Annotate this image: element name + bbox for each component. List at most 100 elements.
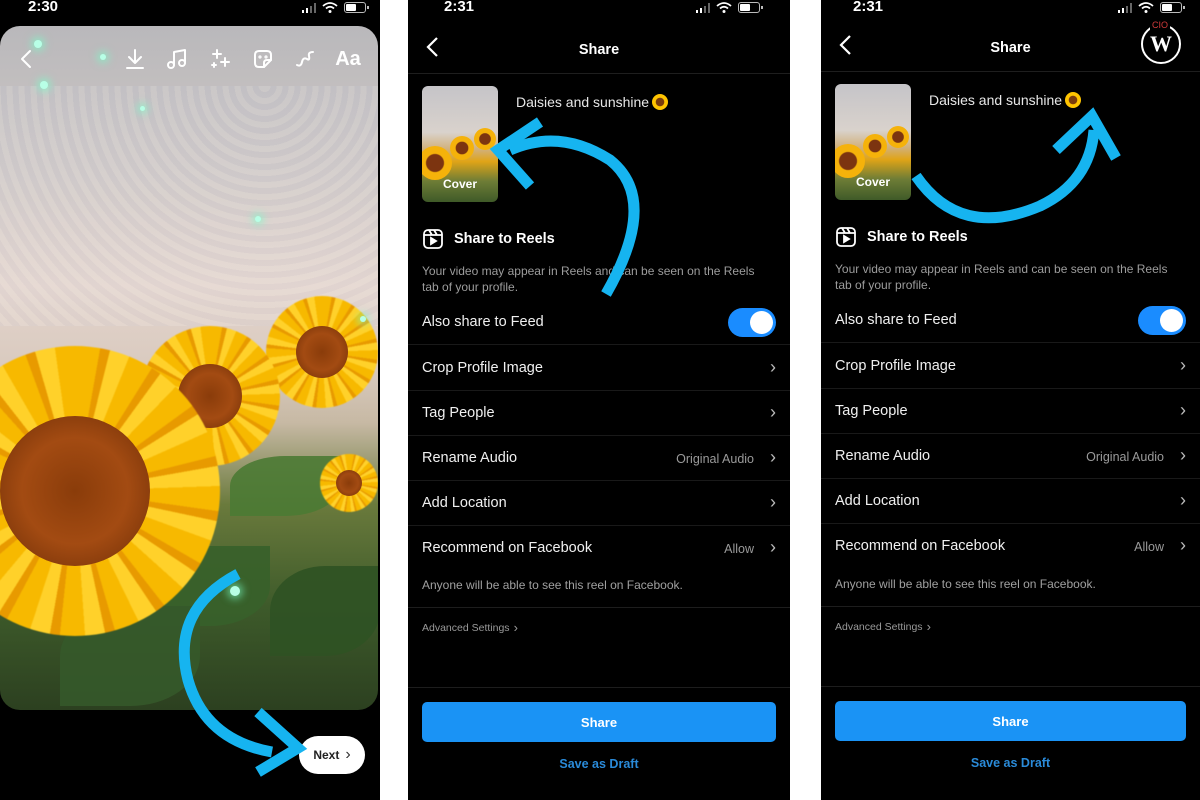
- story-toolbar: Aa: [0, 44, 380, 74]
- status-icons: [301, 2, 369, 13]
- share-to-reels-title: Share to Reels: [454, 231, 555, 247]
- advanced-settings-link[interactable]: Advanced Settings ›: [835, 619, 931, 634]
- divider: [821, 686, 1200, 687]
- status-bar: 2:30: [0, 0, 380, 22]
- wifi-icon: [716, 2, 732, 13]
- row-value: Allow: [1134, 540, 1164, 554]
- chevron-right-icon: ›: [345, 746, 351, 763]
- battery-icon: [1160, 2, 1185, 13]
- divider: [821, 606, 1200, 607]
- logo-letter: W: [1150, 31, 1172, 56]
- sunflower-image: [266, 296, 378, 408]
- next-label: Next: [313, 748, 340, 762]
- download-icon: [126, 49, 144, 69]
- reels-icon: [422, 228, 444, 250]
- advanced-settings-label: Advanced Settings: [422, 621, 510, 634]
- chevron-right-icon: ›: [770, 492, 776, 512]
- row-label: Add Location: [422, 495, 507, 511]
- row-label: Rename Audio: [422, 450, 518, 466]
- status-icons: [695, 2, 763, 13]
- row-label: Tag People: [422, 405, 495, 421]
- draw-squiggle-icon: [296, 51, 314, 67]
- settings-row-add-location[interactable]: Add Location ›: [408, 481, 790, 526]
- draw-button[interactable]: [290, 44, 320, 79]
- status-icons: [1117, 2, 1185, 13]
- settings-row-recommend-on-facebook[interactable]: Recommend on Facebook Allow ›: [821, 524, 1200, 569]
- feed-toggle-switch[interactable]: [1138, 306, 1186, 335]
- story-media-preview: [0, 26, 378, 710]
- status-time: 2:31: [853, 0, 884, 15]
- divider: [408, 607, 790, 608]
- share-button[interactable]: Share: [835, 701, 1186, 741]
- settings-row-crop-profile-image[interactable]: Crop Profile Image ›: [408, 346, 790, 391]
- sunflower-image: [320, 454, 378, 512]
- settings-row-tag-people[interactable]: Tag People ›: [821, 389, 1200, 434]
- reels-description: Your video may appear in Reels and can b…: [422, 264, 755, 294]
- chevron-right-icon: ›: [770, 447, 776, 467]
- divider: [408, 687, 790, 688]
- chevron-right-icon: ›: [513, 620, 518, 635]
- text-tool-button[interactable]: Aa: [330, 44, 366, 74]
- cover-thumbnail[interactable]: Cover: [422, 86, 498, 202]
- battery-icon: [738, 2, 763, 13]
- sticker-icon: [254, 50, 272, 68]
- caption-input[interactable]: Daisies and sunshine: [516, 94, 669, 110]
- facebook-note: Anyone will be able to see this reel on …: [835, 577, 1096, 591]
- cover-label: Cover: [442, 177, 477, 191]
- reels-icon: [835, 226, 857, 248]
- settings-row-tag-people[interactable]: Tag People ›: [408, 391, 790, 436]
- chevron-right-icon: ›: [770, 402, 776, 422]
- cellular-signal-icon: [1117, 2, 1132, 13]
- feed-toggle-label: Also share to Feed: [422, 314, 544, 330]
- feed-toggle-switch[interactable]: [728, 308, 776, 337]
- settings-row-recommend-on-facebook[interactable]: Recommend on Facebook Allow ›: [408, 526, 790, 571]
- share-to-reels-section: Share to Reels: [422, 228, 555, 250]
- chevron-right-icon: ›: [1180, 535, 1186, 555]
- chevron-right-icon: ›: [770, 537, 776, 557]
- wifi-icon: [1138, 2, 1154, 13]
- status-bar: 2:31: [821, 0, 1200, 22]
- settings-row-crop-profile-image[interactable]: Crop Profile Image ›: [821, 344, 1200, 389]
- music-button[interactable]: [162, 44, 192, 79]
- save-as-draft-link[interactable]: Save as Draft: [821, 756, 1200, 770]
- row-value: Original Audio: [1086, 450, 1164, 464]
- share-button[interactable]: Share: [422, 702, 776, 742]
- watermark-logo: W: [1141, 24, 1181, 64]
- share-screen-1: 2:31 Share Cover Daisies and sunshine Sh…: [408, 0, 790, 800]
- advanced-settings-label: Advanced Settings: [835, 620, 923, 633]
- settings-row-add-location[interactable]: Add Location ›: [821, 479, 1200, 524]
- row-value: Original Audio: [676, 452, 754, 466]
- page-title: Share: [578, 42, 620, 58]
- row-value: Allow: [724, 542, 754, 556]
- settings-row-rename-audio[interactable]: Rename Audio Original Audio ›: [408, 436, 790, 481]
- chevron-left-icon: [21, 50, 31, 68]
- status-time: 2:30: [28, 0, 59, 15]
- row-label: Recommend on Facebook: [835, 538, 1006, 554]
- status-time: 2:31: [444, 0, 475, 15]
- cellular-signal-icon: [695, 2, 710, 13]
- caption-input[interactable]: Daisies and sunshine: [929, 92, 1082, 108]
- chevron-right-icon: ›: [1180, 355, 1186, 375]
- cover-label: Cover: [855, 175, 890, 189]
- chevron-right-icon: ›: [1180, 445, 1186, 465]
- next-button[interactable]: Next ›: [299, 736, 365, 774]
- download-button[interactable]: [120, 44, 150, 79]
- share-screen-2: 2:31 Share Cover Daisies and sunshine Sh…: [821, 0, 1200, 800]
- effects-button[interactable]: [205, 44, 235, 79]
- row-label: Add Location: [835, 493, 920, 509]
- music-icon: [167, 49, 186, 69]
- cover-thumbnail[interactable]: Cover: [835, 84, 911, 200]
- share-to-reels-title: Share to Reels: [867, 229, 968, 245]
- advanced-settings-link[interactable]: Advanced Settings ›: [422, 620, 518, 635]
- sticker-button[interactable]: [248, 44, 278, 79]
- sunflower-emoji-icon: [1065, 92, 1082, 108]
- row-label: Tag People: [835, 403, 908, 419]
- row-label: Recommend on Facebook: [422, 540, 593, 556]
- feed-toggle-label: Also share to Feed: [835, 312, 957, 328]
- back-button[interactable]: [12, 44, 42, 79]
- chevron-right-icon: ›: [1180, 490, 1186, 510]
- chevron-right-icon: ›: [926, 619, 931, 634]
- save-as-draft-link[interactable]: Save as Draft: [408, 757, 790, 771]
- status-bar: 2:31: [408, 0, 790, 22]
- settings-row-rename-audio[interactable]: Rename Audio Original Audio ›: [821, 434, 1200, 479]
